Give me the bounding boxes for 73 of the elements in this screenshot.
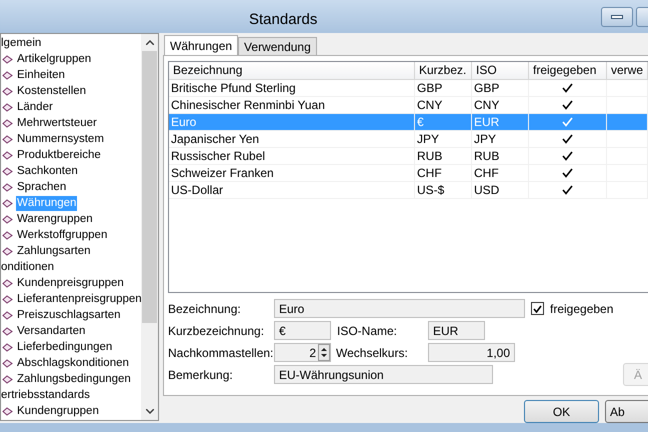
minimize-button[interactable] xyxy=(601,7,633,27)
table-row[interactable]: Japanischer Yen JPY JPY xyxy=(169,131,648,148)
tree-item[interactable]: Versandarten xyxy=(16,324,86,338)
column-header[interactable]: freigegeben xyxy=(529,62,607,79)
table-row[interactable]: Britische Pfund Sterling GBP GBP xyxy=(169,80,648,97)
table-cell: Russischer Rubel xyxy=(169,148,415,165)
column-header[interactable]: Bezeichnung xyxy=(169,62,415,79)
table-cell: Euro xyxy=(169,114,415,131)
tree-item[interactable]: Zahlungsbedingungen xyxy=(16,372,132,386)
tree-item[interactable]: Werkstoffgruppen xyxy=(16,228,108,242)
column-header[interactable]: verwe xyxy=(607,62,648,79)
table-cell: RUB xyxy=(472,148,529,165)
tree-item[interactable]: Lieferantenpreisgruppen xyxy=(16,292,141,306)
tree-item[interactable]: Kundenpreisgruppen xyxy=(16,276,125,290)
remark-field[interactable]: EU-Währungsunion xyxy=(274,365,493,384)
iso-name-field[interactable]: EUR xyxy=(428,321,485,340)
tree-item[interactable]: Preiszuschlagsarten xyxy=(16,308,122,322)
table-cell: CHF xyxy=(415,165,472,182)
table-cell: EUR xyxy=(472,114,529,131)
tree-item[interactable]: Einheiten xyxy=(16,68,66,82)
field-label: Wechselkurs: xyxy=(335,344,409,362)
table-row[interactable]: Schweizer Franken CHF CHF xyxy=(169,165,648,182)
name-field[interactable]: Euro xyxy=(274,299,525,318)
table-cell: JPY xyxy=(472,131,529,148)
short-name-field[interactable]: € xyxy=(274,321,331,340)
field-label: Kurzbezeichnung: xyxy=(168,322,266,340)
table-row[interactable]: Russischer Rubel RUB RUB xyxy=(169,148,648,165)
dialog-button[interactable]: OK xyxy=(524,400,600,423)
window-title: Standards xyxy=(249,10,318,30)
table-cell: GBP xyxy=(415,80,472,97)
tree-item[interactable]: Produktbereiche xyxy=(16,148,102,162)
tree-item[interactable]: Kundengruppen xyxy=(16,404,100,418)
table-cell: GBP xyxy=(472,80,529,97)
tree-group[interactable]: ertriebsstandards xyxy=(1,387,141,403)
tree-item[interactable]: Mehrwertsteuer xyxy=(16,116,98,130)
decimals-spinner[interactable]: 2 xyxy=(274,343,331,362)
table-cell: € xyxy=(415,114,472,131)
table-cell: RUB xyxy=(415,148,472,165)
checkbox-label: freigegeben xyxy=(550,300,614,318)
tree-item[interactable]: Zahlungsarten xyxy=(16,244,92,258)
table-cell: USD xyxy=(472,182,529,199)
field-label: Bemerkung: xyxy=(168,366,234,384)
tree-item[interactable]: Artikelgruppen xyxy=(16,52,92,66)
tree-item[interactable]: Sprachen xyxy=(16,180,68,194)
tree-item[interactable]: Länder xyxy=(16,100,54,114)
tree-item[interactable]: Lieferbedingungen xyxy=(16,340,114,354)
table-cell: US-Dollar xyxy=(169,182,415,199)
tree-item[interactable]: Sachkonten xyxy=(16,164,79,178)
table-cell: Schweizer Franken xyxy=(169,165,415,182)
tree-group[interactable]: lgemein xyxy=(1,35,141,51)
table-cell: JPY xyxy=(415,131,472,148)
tab[interactable]: Verwendung xyxy=(238,37,317,55)
column-header[interactable]: Kurzbez. xyxy=(415,62,472,79)
table-cell: CHF xyxy=(472,165,529,182)
spinner-arrows-icon[interactable] xyxy=(318,344,330,361)
table-row[interactable]: US-Dollar US-$ USD xyxy=(169,182,648,199)
field-label: Bezeichnung: xyxy=(168,300,242,318)
field-label: Nachkommastellen: xyxy=(168,344,274,362)
scrollbar[interactable] xyxy=(141,34,158,420)
tree-item[interactable]: Kostenstellen xyxy=(16,84,88,98)
table-cell: Japanischer Yen xyxy=(169,131,415,148)
dialog-button[interactable]: Ab xyxy=(605,400,648,423)
column-header[interactable]: ISO xyxy=(472,62,529,79)
checkbox[interactable] xyxy=(531,302,544,315)
tree-item[interactable]: Abschlagskonditionen xyxy=(16,356,130,370)
tree-group[interactable]: onditionen xyxy=(1,259,141,275)
table-cell: Britische Pfund Sterling xyxy=(169,80,415,97)
tree-item[interactable]: Warengruppen xyxy=(16,212,94,226)
table-cell: US-$ xyxy=(415,182,472,199)
tree-item[interactable]: Nummernsystem xyxy=(16,132,105,146)
field-label: ISO-Name: xyxy=(336,322,398,340)
exchange-rate-field[interactable]: 1,00 xyxy=(428,343,515,362)
tab[interactable]: Währungen xyxy=(164,35,238,55)
